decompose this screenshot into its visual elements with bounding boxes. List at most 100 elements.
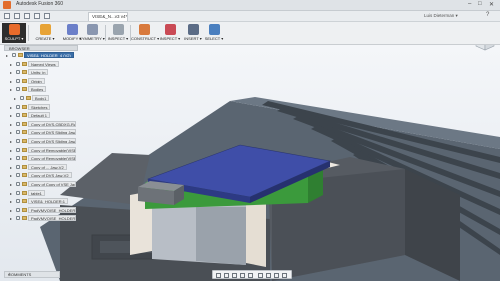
expand-arrow-icon[interactable]: ▸ [10, 70, 12, 75]
visibility-icon[interactable] [16, 138, 20, 143]
visibility-icon[interactable] [20, 95, 24, 100]
visibility-icon[interactable] [16, 147, 20, 152]
expand-arrow-icon[interactable]: ▸ [10, 216, 12, 221]
browser-row-label: Copy of DVS-CBDXG-Rail [28, 120, 76, 127]
expand-arrow-icon[interactable]: ▸ [10, 199, 12, 204]
title-bar: Autodesk Fusion 360 – □ ✕ [0, 0, 500, 11]
folder-icon [22, 147, 27, 152]
expand-arrow-icon[interactable]: ▸ [6, 53, 8, 58]
orbit-icon[interactable] [216, 272, 221, 278]
browser-row[interactable]: ▸ Copy of DVS Jaw-V2 [4, 171, 78, 180]
browser-row[interactable]: ▸ Body1 [4, 94, 78, 103]
browser-row[interactable]: ▸ Copy of Removable(VISE) [4, 146, 78, 155]
browser-row[interactable]: ▸ Copy of DVS-CBDXG-Rail [4, 120, 78, 129]
browser-row[interactable]: ▸ Bodies [4, 85, 78, 94]
expand-arrow-icon[interactable]: ▸ [10, 139, 12, 144]
construct-menu[interactable]: CONSTRUCT ▾ [131, 23, 159, 43]
expand-arrow-icon[interactable]: ▸ [10, 182, 12, 187]
browser-row[interactable]: ▸ Copy of ... Jaw-V2 [4, 163, 78, 172]
browser-row[interactable]: ▸ PadVMVOISE_HOLDER:1 [4, 214, 78, 223]
browser-row[interactable]: ▸ Units: in [4, 68, 78, 77]
grid-icon[interactable] [266, 272, 271, 278]
expand-arrow-icon[interactable]: ▸ [10, 62, 12, 67]
browser-row-label: Named Views [28, 60, 59, 67]
browser-row[interactable]: ▸ table1 [4, 189, 78, 198]
expand-arrow-icon[interactable]: ▸ [10, 105, 12, 110]
expand-arrow-icon[interactable]: ▸ [10, 173, 12, 178]
help-icon[interactable]: ? [486, 12, 489, 18]
expand-arrow-icon[interactable]: ▸ [10, 87, 12, 92]
visibility-icon[interactable] [16, 104, 20, 109]
viewcube[interactable] [474, 45, 496, 52]
create-menu[interactable]: CREATE ▾ [33, 23, 57, 43]
visibility-icon[interactable] [16, 164, 20, 169]
browser-row[interactable]: ▸ Sketches [4, 103, 78, 112]
expand-arrow-icon[interactable]: ▸ [10, 148, 12, 153]
visibility-icon[interactable] [16, 199, 20, 204]
minimize-icon[interactable]: – [468, 1, 471, 7]
zoom-icon[interactable] [240, 272, 245, 278]
browser-row[interactable]: ▸ Default 1 [4, 111, 78, 120]
viewports-icon[interactable] [274, 272, 279, 278]
user-account[interactable]: Luis Dieterman ▾ [424, 13, 458, 19]
expand-arrow-icon[interactable]: ▸ [10, 122, 12, 127]
display-settings-icon[interactable] [258, 272, 263, 278]
visibility-icon[interactable] [16, 113, 20, 118]
add-comment-icon[interactable]: + [8, 272, 57, 278]
fusion-app-icon[interactable] [3, 1, 11, 9]
select-menu[interactable]: SELECT ▾ [204, 23, 224, 43]
browser-row[interactable]: ▸ Named Views [4, 60, 78, 69]
look-at-icon[interactable] [224, 272, 229, 278]
visibility-icon[interactable] [16, 216, 20, 221]
pan-icon[interactable] [232, 272, 237, 278]
browser-row[interactable]: ▸ VISE&_HOLDER_4 (V2) [4, 51, 78, 60]
modify-icon [66, 24, 78, 35]
visibility-icon[interactable] [16, 61, 20, 66]
visibility-icon[interactable] [16, 173, 20, 178]
browser-row-label: Copy of ... Jaw-V2 [28, 163, 67, 170]
expand-arrow-icon[interactable]: ▸ [10, 130, 12, 135]
expand-arrow-icon[interactable]: ▸ [10, 165, 12, 170]
browser-row[interactable]: ▸ Copy of DVS Sliding Jaw-V... [4, 137, 78, 146]
insert-menu[interactable]: INSERT ▾ [182, 23, 204, 43]
browser-row[interactable]: ▸ Copy of Copy of VSE Jaw F [4, 180, 78, 189]
expand-arrow-icon[interactable]: ▸ [10, 79, 12, 84]
expand-arrow-icon[interactable]: ▸ [14, 96, 16, 101]
redo-icon[interactable] [44, 13, 50, 19]
visibility-icon[interactable] [16, 87, 20, 92]
visibility-icon[interactable] [16, 70, 20, 75]
expand-arrow-icon[interactable]: ▸ [10, 113, 12, 118]
comments-panel[interactable]: COMMENTS + [4, 271, 60, 278]
document-tab[interactable]: VISE&_N...v3 v4* [88, 12, 128, 21]
undo-icon[interactable] [34, 13, 40, 19]
save-icon[interactable] [24, 13, 30, 19]
construct-icon [138, 24, 150, 35]
visibility-icon[interactable] [12, 53, 16, 57]
expand-arrow-icon[interactable]: ▸ [10, 156, 12, 161]
browser-row[interactable]: ▸ PadVMVOISE_HOLDER:1 [4, 206, 78, 215]
browser-row[interactable]: ▸ Copy of Removable(VISE) [4, 154, 78, 163]
inspect-menu[interactable]: INSPECT ▾ [106, 23, 130, 43]
fit-icon[interactable] [248, 272, 253, 278]
browser-row[interactable]: ▸ VISE&_HOLDER:1 [4, 197, 78, 206]
close-icon[interactable]: ✕ [489, 1, 494, 8]
visibility-icon[interactable] [16, 207, 20, 212]
inspect-menu-2[interactable]: INSPECT ▾ [158, 23, 182, 43]
create-icon [39, 24, 51, 35]
browser-row[interactable]: ▸ Origin [4, 77, 78, 86]
visibility-icon[interactable] [16, 156, 20, 161]
expand-arrow-icon[interactable]: ▸ [10, 208, 12, 213]
visibility-icon[interactable] [16, 181, 20, 186]
visibility-icon[interactable] [16, 121, 20, 126]
visibility-icon[interactable] [16, 190, 20, 195]
browser-row[interactable]: ▸ Copy of DVS Sliding Jaw-V... [4, 128, 78, 137]
maximize-icon[interactable]: □ [478, 1, 482, 7]
file-menu-icon[interactable] [14, 13, 20, 19]
visibility-icon[interactable] [16, 130, 20, 135]
data-panel-icon[interactable] [4, 13, 10, 19]
expand-arrow-icon[interactable]: ▸ [10, 191, 12, 196]
environment-icon[interactable] [282, 272, 287, 278]
workspace-switcher[interactable]: SCULPT ▾ [2, 23, 26, 43]
visibility-icon[interactable] [16, 78, 20, 83]
symmetry-menu[interactable]: SYMMETRY ▾ [79, 23, 105, 43]
